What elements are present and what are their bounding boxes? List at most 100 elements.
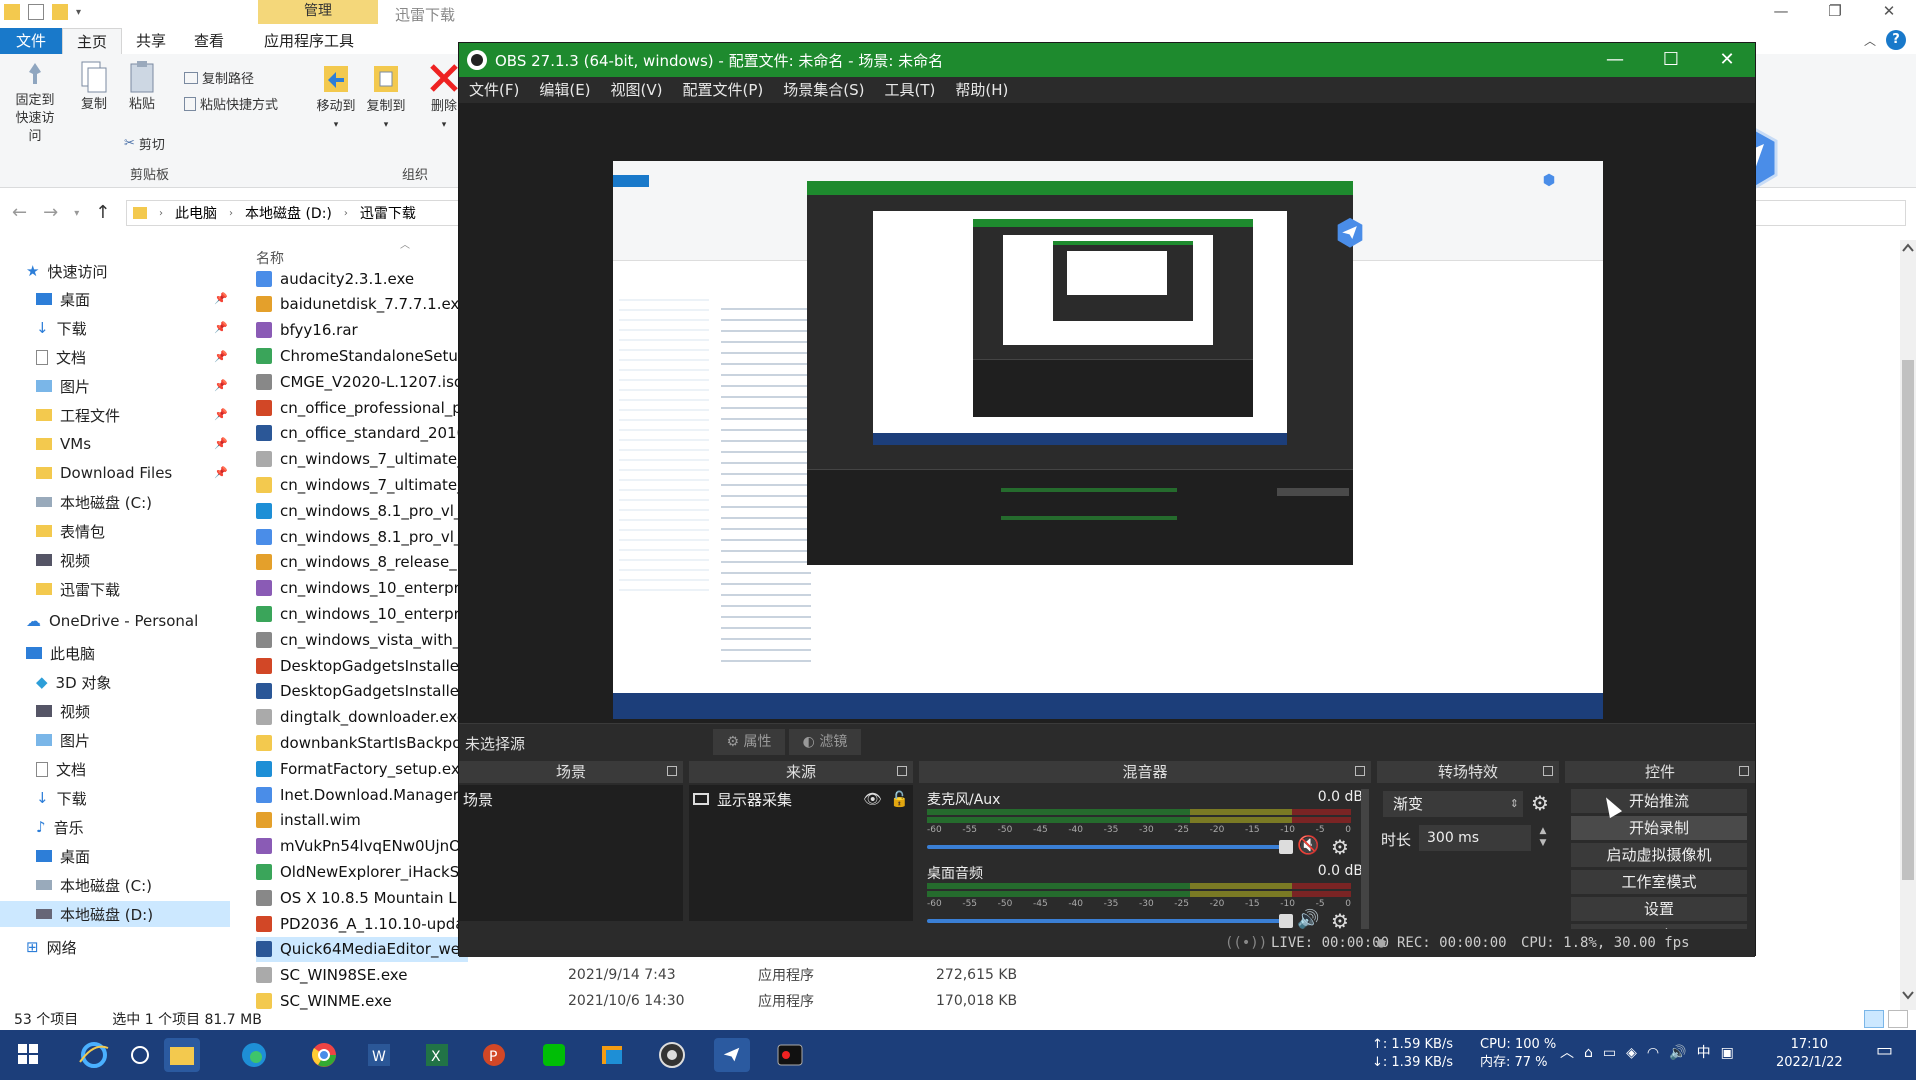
menu-view[interactable]: 视图(V) — [601, 77, 673, 103]
tab-home[interactable]: 主页 — [62, 28, 123, 54]
recorder-icon[interactable] — [772, 1038, 808, 1072]
minimize-button[interactable]: — — [1754, 0, 1808, 24]
nav-pictures[interactable]: 图片 — [36, 373, 90, 399]
start-streaming-button[interactable]: 开始推流 — [1571, 789, 1747, 813]
nav-xunlei[interactable]: 迅雷下载 — [36, 576, 120, 602]
menu-edit[interactable]: 编辑(E) — [529, 77, 600, 103]
start-virtual-camera-button[interactable]: 启动虚拟摄像机 — [1571, 843, 1747, 867]
nav-emoji[interactable]: 表情包 — [36, 518, 105, 544]
new-folder-icon[interactable] — [52, 4, 68, 20]
word-icon[interactable]: W — [360, 1038, 396, 1072]
copy-to-button[interactable]: 复制到 ▾ — [362, 60, 410, 134]
notification-icon[interactable]: ▭ — [1876, 1042, 1893, 1060]
nav-onedrive[interactable]: ☁ OneDrive - Personal — [26, 608, 198, 634]
tab-app-tools[interactable]: 应用程序工具 — [250, 28, 368, 54]
start-button[interactable] — [10, 1038, 46, 1072]
ie-icon[interactable] — [76, 1038, 112, 1072]
obs-taskbar-icon[interactable] — [654, 1038, 690, 1072]
help-icon[interactable]: ? — [1886, 30, 1906, 50]
scene-item[interactable]: 场景 — [463, 789, 493, 810]
volume-icon[interactable]: 🔊 — [1669, 1044, 1686, 1062]
nav-quick-access[interactable]: ★ 快速访问 — [26, 258, 107, 284]
tab-file[interactable]: 文件 — [0, 28, 62, 54]
file-explorer-icon[interactable] — [164, 1038, 200, 1072]
scenes-list[interactable]: 场景 — [459, 785, 683, 921]
menu-profile[interactable]: 配置文件(P) — [673, 77, 774, 103]
nav-network[interactable]: ⊞ 网络 — [26, 934, 77, 960]
filters-button[interactable]: ◐ 滤镜 — [789, 729, 861, 755]
tray-shield-icon[interactable]: ◈ — [1626, 1044, 1637, 1062]
nav-downloads[interactable]: ↓ 下载 — [36, 315, 87, 341]
tray-expand-icon[interactable]: ︿ — [1560, 1044, 1574, 1062]
breadcrumb-xunlei[interactable]: 迅雷下载 — [360, 203, 416, 223]
file-row[interactable]: SC_WIN98SE.exe 2021/9/14 7:43 应用程序 272,615 … — [256, 963, 1456, 988]
clock[interactable]: 17:10 2022/1/22 — [1776, 1036, 1843, 1072]
nav-download-files[interactable]: Download Files — [36, 460, 172, 486]
menu-tools[interactable]: 工具(T) — [874, 77, 945, 103]
menu-scene-collection[interactable]: 场景集合(S) — [773, 77, 874, 103]
nav-pc-documents[interactable]: 文档 — [36, 756, 86, 782]
chrome-icon[interactable] — [306, 1038, 342, 1072]
back-arrow-icon[interactable]: ← — [12, 202, 27, 223]
nav-project-files[interactable]: 工程文件 — [36, 402, 120, 428]
menu-help[interactable]: 帮助(H) — [945, 77, 1018, 103]
duration-spinner-icon[interactable]: ▲ ▼ — [1535, 825, 1551, 851]
nav-music[interactable]: ♪ 音乐 — [36, 814, 84, 840]
start-recording-button[interactable]: 开始录制 — [1571, 816, 1747, 840]
edge-icon[interactable] — [236, 1038, 272, 1072]
nav-pc-desktop[interactable]: 桌面 — [36, 843, 90, 869]
source-item[interactable]: 显示器采集 👁 🔓 — [693, 787, 909, 811]
folder-app-icon[interactable] — [594, 1038, 630, 1072]
nav-desktop[interactable]: 桌面 — [36, 286, 90, 312]
tab-view[interactable]: 查看 — [180, 28, 238, 54]
nav-this-pc[interactable]: 此电脑 — [26, 640, 95, 666]
undock-icon[interactable] — [897, 766, 907, 776]
ribbon-collapse-icon[interactable]: ︿ — [1864, 32, 1876, 49]
gear-icon[interactable]: ⚙ — [1331, 835, 1349, 859]
sources-list[interactable]: 显示器采集 👁 🔓 — [689, 785, 913, 921]
file-list-scrollbar[interactable] — [1900, 240, 1916, 1010]
qat-dropdown-icon[interactable]: ▾ — [76, 7, 81, 18]
volume-fader[interactable] — [927, 840, 1293, 854]
transition-select[interactable]: 渐变 ⇕ — [1383, 791, 1523, 817]
tray-pinyin-icon[interactable]: ▣ — [1721, 1044, 1734, 1062]
cortana-icon[interactable] — [122, 1038, 158, 1072]
obs-preview[interactable] — [459, 103, 1755, 723]
cut-button[interactable]: ✂ 剪切 — [124, 134, 165, 153]
duration-input[interactable]: 300 ms — [1419, 825, 1531, 851]
obs-maximize-button[interactable]: ☐ — [1643, 43, 1699, 77]
properties-button[interactable]: ⚙ 属性 — [713, 729, 785, 755]
paste-shortcut-button[interactable]: 粘贴快捷方式 — [184, 94, 278, 113]
properties-icon[interactable] — [28, 4, 44, 20]
fader-knob[interactable] — [1279, 914, 1293, 928]
undock-icon[interactable] — [1739, 766, 1749, 776]
settings-button[interactable]: 设置 — [1571, 897, 1747, 921]
undock-icon[interactable] — [1543, 766, 1553, 776]
pin-quick-access-button[interactable]: 固定到快速访问 — [6, 60, 64, 146]
up-arrow-icon[interactable]: ↑ — [95, 202, 110, 223]
speaker-muted-icon[interactable]: 🔇 — [1297, 835, 1323, 857]
studio-mode-button[interactable]: 工作室模式 — [1571, 870, 1747, 894]
gear-icon[interactable]: ⚙ — [1531, 791, 1549, 815]
speaker-icon[interactable]: 🔊 — [1297, 909, 1323, 931]
volume-fader[interactable] — [927, 914, 1293, 928]
nav-videos[interactable]: 视频 — [36, 547, 90, 573]
wifi-icon[interactable]: ◠ — [1647, 1044, 1659, 1062]
nav-vms[interactable]: VMs — [36, 431, 91, 457]
folder-icon[interactable] — [4, 4, 20, 20]
nav-pc-videos[interactable]: 视频 — [36, 698, 90, 724]
obs-minimize-button[interactable]: — — [1587, 43, 1643, 77]
copy-button[interactable]: 复制 — [76, 60, 112, 114]
down-scroll-arrow-icon[interactable] — [1902, 990, 1914, 1000]
lock-icon[interactable]: 🔓 — [890, 790, 909, 808]
up-scroll-arrow-icon[interactable] — [1902, 242, 1914, 252]
details-view-icon[interactable] — [1864, 1010, 1884, 1028]
forward-arrow-icon[interactable]: → — [43, 202, 58, 223]
menu-file[interactable]: 文件(F) — [459, 77, 529, 103]
copy-path-button[interactable]: 复制路径 — [184, 68, 254, 87]
fader-knob[interactable] — [1279, 840, 1293, 854]
breadcrumb-drive-d[interactable]: 本地磁盘 (D:) — [245, 203, 332, 223]
feishu-taskbar-icon[interactable] — [714, 1038, 750, 1072]
tiles-view-icon[interactable] — [1888, 1010, 1908, 1028]
nav-pc-pictures[interactable]: 图片 — [36, 727, 90, 753]
